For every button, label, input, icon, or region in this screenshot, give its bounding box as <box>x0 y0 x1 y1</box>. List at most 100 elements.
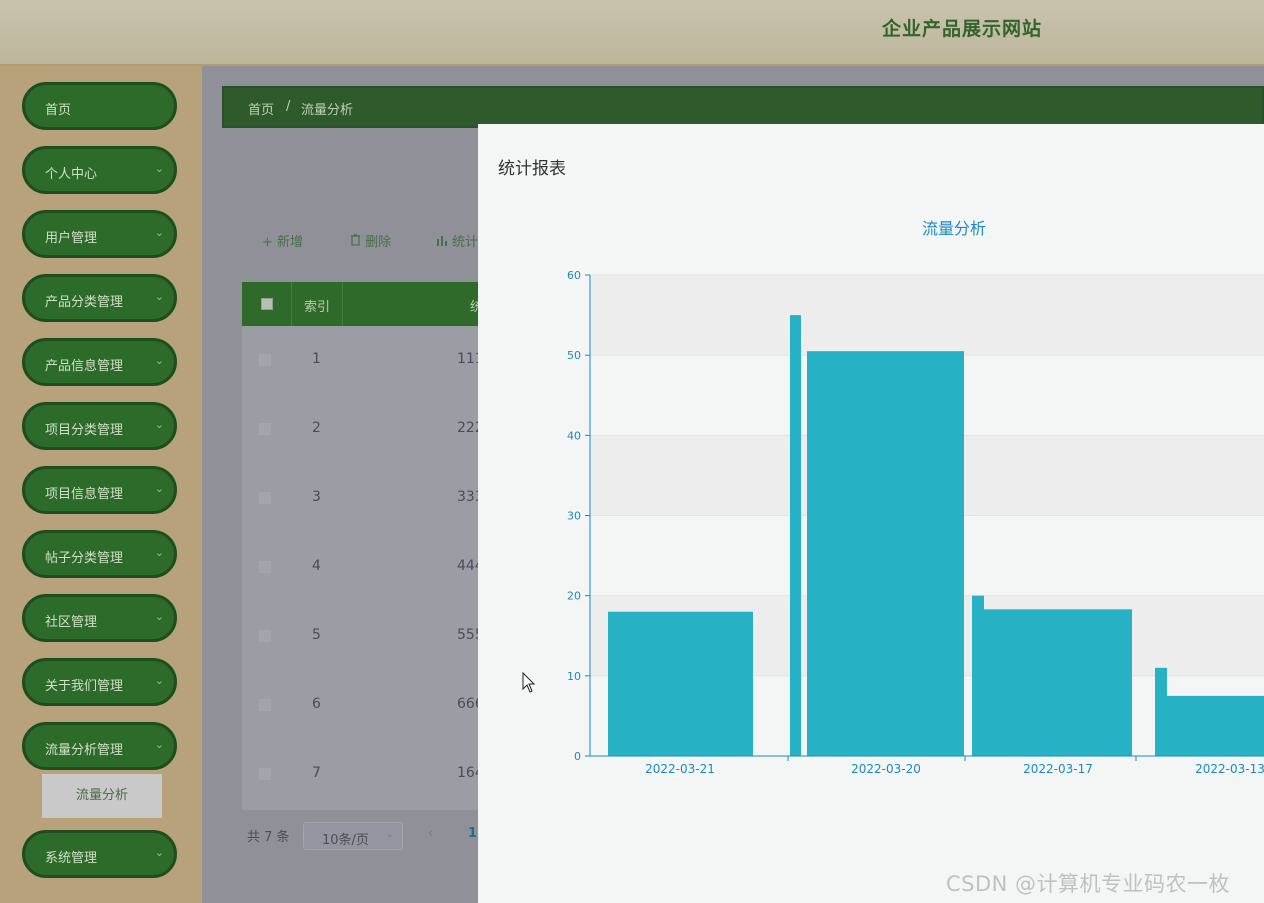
page-number[interactable]: 1 <box>468 826 477 841</box>
bar-chart-icon <box>436 235 452 250</box>
sidebar-item-label: 项目分类管理 <box>45 423 124 438</box>
breadcrumb-current: 流量分析 <box>301 103 354 118</box>
sidebar-item[interactable]: 项目信息管理 ⌄ <box>22 466 177 514</box>
chevron-down-icon: ⌄ <box>154 290 164 303</box>
chevron-down-icon: ⌄ <box>154 674 164 687</box>
breadcrumb-separator: / <box>286 99 291 114</box>
breadcrumb-home[interactable]: 首页 <box>248 99 274 118</box>
chevron-down-icon: ⌄ <box>154 482 164 495</box>
header-index: 索引 <box>304 300 331 315</box>
sidebar-item[interactable]: 个人中心 ⌄ <box>22 146 177 194</box>
row-checkbox[interactable] <box>259 492 271 504</box>
grid-band <box>590 275 1264 356</box>
x-tick-label: 2022-03-21 <box>645 762 715 776</box>
sidebar-item[interactable]: 关于我们管理 ⌄ <box>22 658 177 706</box>
sidebar-item[interactable]: 流量分析管理 ⌄ <box>22 722 177 770</box>
row-checkbox[interactable] <box>259 354 271 366</box>
header-divider <box>342 282 343 326</box>
stats-button[interactable]: 统计 <box>436 231 478 250</box>
row-checkbox[interactable] <box>259 768 271 780</box>
row-checkbox[interactable] <box>259 699 271 711</box>
sidebar-item-label: 首页 <box>45 103 72 118</box>
bar <box>790 315 801 756</box>
trash-icon <box>350 234 365 250</box>
sidebar-item-label: 系统管理 <box>45 851 98 866</box>
y-tick-label: 40 <box>567 429 581 442</box>
row-index: 7 <box>312 765 321 781</box>
sidebar-item[interactable]: 社区管理 ⌄ <box>22 594 177 642</box>
sidebar-item-label: 用户管理 <box>45 231 98 246</box>
chevron-down-icon: ⌄ <box>154 738 164 751</box>
chevron-down-icon: ⌄ <box>154 546 164 559</box>
table-row[interactable]: 2 222 <box>242 395 484 464</box>
row-index: 4 <box>312 558 321 574</box>
sidebar-item-label: 帖子分类管理 <box>45 551 124 566</box>
submenu-item-traffic-analysis[interactable]: 流量分析 <box>42 774 162 818</box>
row-index: 2 <box>312 420 321 436</box>
prev-page-button[interactable]: ‹ <box>428 826 433 841</box>
row-checkbox[interactable] <box>259 423 271 435</box>
sidebar-item[interactable]: 产品分类管理 ⌄ <box>22 274 177 322</box>
bar <box>984 609 1132 756</box>
chart-title: 流量分析 <box>922 219 986 238</box>
bar <box>1155 667 1167 756</box>
table-header: 索引 统 <box>242 282 483 326</box>
bar <box>972 595 984 756</box>
sidebar-item-label: 社区管理 <box>45 615 98 630</box>
sidebar-item[interactable]: 系统管理 ⌄ <box>22 830 177 878</box>
row-index: 5 <box>312 627 321 643</box>
table-row[interactable]: 4 444 <box>242 533 484 602</box>
y-tick-label: 10 <box>567 670 581 683</box>
add-button[interactable]: + 新增 <box>262 231 303 250</box>
traffic-bar-chart: 0 10 20 30 40 50 60 2022-03-21 2022-03-20 2022-03… <box>567 219 1264 776</box>
sidebar-item-label: 关于我们管理 <box>45 679 124 694</box>
table-row[interactable]: 7 1647 <box>242 740 493 809</box>
chevron-down-icon: ⌄ <box>154 610 164 623</box>
plus-icon: + <box>262 235 273 250</box>
table-row[interactable]: 6 666 <box>242 671 484 740</box>
sidebar-item-label: 个人中心 <box>45 167 98 182</box>
sidebar-item[interactable]: 首页 <box>22 82 177 130</box>
y-tick-label: 50 <box>567 349 581 362</box>
y-tick-label: 30 <box>567 510 581 523</box>
chevron-down-icon: ⌄ <box>154 354 164 367</box>
sidebar-item[interactable]: 用户管理 ⌄ <box>22 210 177 258</box>
sidebar-item-label: 产品分类管理 <box>45 295 124 310</box>
site-title: 企业产品展示网站 <box>882 18 1043 40</box>
bar <box>608 611 753 756</box>
chevron-down-icon: ⌄ <box>154 162 164 175</box>
table-row[interactable]: 1 111 <box>242 326 484 395</box>
chevron-down-icon: ⌄ <box>385 829 394 840</box>
sidebar-item[interactable]: 帖子分类管理 ⌄ <box>22 530 177 578</box>
bar <box>807 351 964 756</box>
row-checkbox[interactable] <box>259 630 271 642</box>
x-tick-label: 2022-03-20 <box>851 762 921 776</box>
delete-button[interactable]: 删除 <box>350 231 391 250</box>
sidebar-item[interactable]: 项目分类管理 ⌄ <box>22 402 177 450</box>
top-header: 企业产品展示网站 <box>0 0 1264 66</box>
select-all-checkbox[interactable] <box>261 298 273 310</box>
chevron-down-icon: ⌄ <box>154 846 164 859</box>
y-tick-label: 20 <box>567 590 581 603</box>
sidebar-item[interactable]: 产品信息管理 ⌄ <box>22 338 177 386</box>
sidebar-item-label: 产品信息管理 <box>45 359 124 374</box>
stats-modal: 统计报表 0 10 20 30 40 50 60 2022-03-21 2022-03-20 20… <box>478 124 1264 903</box>
row-checkbox[interactable] <box>259 561 271 573</box>
chevron-down-icon: ⌄ <box>154 226 164 239</box>
mouse-cursor-icon <box>522 672 536 693</box>
sidebar-item-label: 项目信息管理 <box>45 487 124 502</box>
data-table: 索引 统 1 111 2 222 3 333 4 444 5 555 6 666 7 1647 <box>242 282 493 810</box>
page-size-select[interactable]: 10条/页 ⌄ <box>303 822 403 850</box>
table-row[interactable]: 5 555 <box>242 602 484 671</box>
sidebar-item-label: 流量分析管理 <box>45 743 124 758</box>
y-tick-label: 0 <box>574 750 581 763</box>
row-index: 6 <box>312 696 321 712</box>
row-index: 1 <box>312 351 321 367</box>
y-tick-label: 60 <box>567 269 581 282</box>
chevron-down-icon: ⌄ <box>154 418 164 431</box>
x-tick-label: 2022-03-17 <box>1023 762 1093 776</box>
table-row[interactable]: 3 333 <box>242 464 484 533</box>
breadcrumb: 首页 / 流量分析 <box>222 86 1264 128</box>
x-tick-label: 2022-03-13 <box>1195 762 1264 776</box>
watermark: CSDN @计算机专业码农一枚 <box>946 872 1231 896</box>
